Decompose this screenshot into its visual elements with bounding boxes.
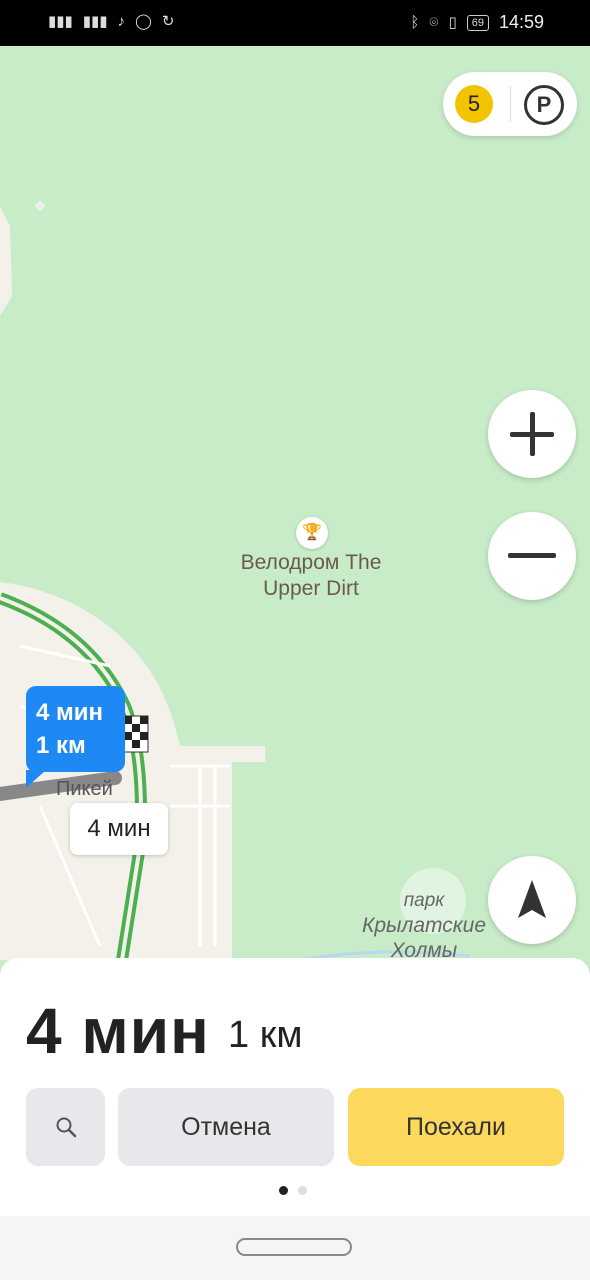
status-bar: ▮▮▮ ▮▮▮ ♪ ◯ ↻ ᛒ ⌾ ▯ 69 14:59 — [0, 0, 590, 46]
route-distance: 1 км — [36, 732, 86, 759]
trophy-icon[interactable]: 🏆 — [296, 517, 328, 549]
system-nav-bar — [0, 1216, 590, 1280]
clock: 14:59 — [498, 12, 544, 32]
divider — [510, 86, 511, 122]
map-view[interactable]: 🏆 Велодром The Upper Dirt 4 мин 1 км Пик… — [0, 46, 590, 960]
park-name-line1: Крылатские — [361, 914, 487, 937]
home-gesture-bar[interactable] — [236, 1238, 352, 1256]
signal-icon: ▮▮▮ — [48, 13, 73, 30]
bluetooth-icon: ᛒ — [410, 13, 420, 31]
page-dot-active — [279, 1186, 288, 1195]
poi-label[interactable]: Велодром The Upper Dirt — [220, 550, 402, 602]
search-button[interactable] — [26, 1088, 105, 1166]
page-dot — [298, 1186, 307, 1195]
park-name-line2: Холмы — [390, 939, 458, 960]
location-icon: ⌾ — [429, 13, 439, 31]
sync-icon: ◯ — [135, 13, 152, 30]
park-type: парк — [403, 890, 445, 911]
cancel-button[interactable]: Отмена — [118, 1088, 334, 1166]
alt-route-bubble[interactable]: 4 мин — [70, 803, 168, 855]
plus-icon-vertical — [530, 412, 535, 456]
minus-icon — [508, 553, 556, 558]
street-label: Пикей — [56, 778, 113, 800]
parking-icon[interactable]: P — [524, 85, 564, 125]
map-layers-widget: 5 P — [443, 72, 577, 136]
vibrate-icon: ▯ — [448, 13, 457, 31]
my-location-button[interactable] — [488, 856, 576, 944]
route-time: 4 мин — [36, 699, 104, 726]
map-marker — [34, 200, 46, 212]
sync-icon: ↻ — [161, 13, 175, 30]
search-icon — [56, 1117, 76, 1138]
zoom-in-button[interactable] — [488, 390, 576, 478]
eta-time: 4 мин — [26, 995, 210, 1067]
status-bar-right: ᛒ ⌾ ▯ 69 14:59 — [410, 12, 544, 33]
navigation-arrow-icon — [518, 880, 546, 918]
residential-area — [0, 206, 12, 316]
finish-flag-icon — [123, 715, 149, 753]
battery-indicator: 69 — [466, 14, 489, 31]
traffic-level-badge[interactable]: 5 — [449, 83, 493, 123]
route-time-bubble[interactable]: 4 мин 1 км — [26, 686, 125, 788]
go-button[interactable]: Поехали — [348, 1088, 564, 1166]
park-label: парк Крылатские Холмы — [354, 888, 494, 960]
route-distance-total: 1 км — [228, 1014, 303, 1056]
page-indicator — [279, 1186, 307, 1195]
tiktok-icon: ♪ — [117, 13, 126, 30]
poi-name: Велодром The Upper Dirt — [240, 551, 382, 600]
zoom-out-button[interactable] — [488, 512, 576, 600]
signal-icon: ▮▮▮ — [82, 13, 108, 30]
status-bar-left: ▮▮▮ ▮▮▮ ♪ ◯ ↻ — [48, 12, 174, 32]
bubble-tail — [26, 770, 46, 788]
